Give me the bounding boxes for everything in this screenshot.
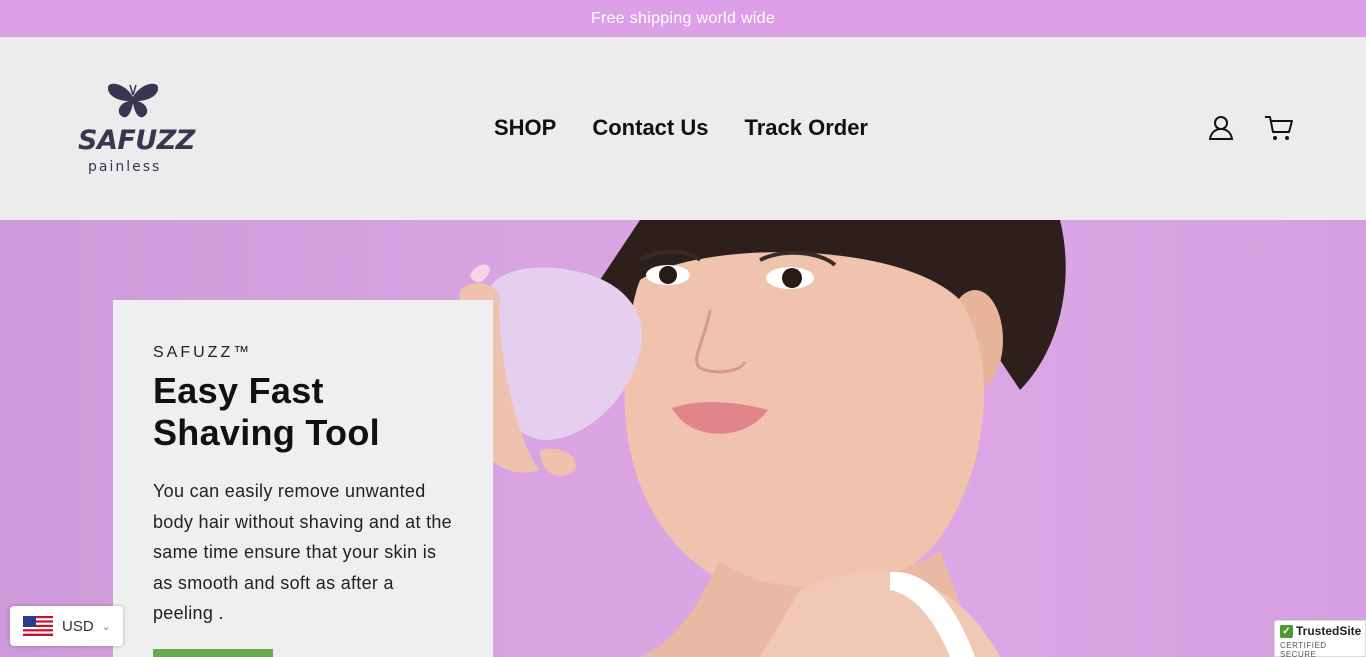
nav-item-contact-us[interactable]: Contact Us bbox=[592, 115, 708, 141]
currency-code: USD bbox=[62, 617, 94, 635]
hero-title-line-1: Easy Fast bbox=[153, 370, 324, 411]
currency-selector[interactable]: USD ⌄ bbox=[10, 606, 123, 646]
site-header: SAFUZZ painless SHOP Contact Us Track Or… bbox=[0, 37, 1366, 220]
brand-logo[interactable]: SAFUZZ painless bbox=[76, 81, 195, 181]
hero-eyebrow: SAFUZZ™ bbox=[153, 344, 253, 361]
hero-description: You can easily remove unwanted body hair… bbox=[153, 481, 452, 623]
announcement-text: Free shipping world wide bbox=[590, 9, 776, 27]
hero-title-line-2: Shaving Tool bbox=[153, 412, 380, 453]
brand-name: SAFUZZ bbox=[78, 125, 195, 156]
brand-tagline: painless bbox=[88, 159, 162, 175]
butterfly-icon bbox=[107, 83, 159, 118]
us-flag-icon bbox=[23, 616, 53, 636]
cart-icon[interactable] bbox=[1264, 114, 1294, 142]
checkmark-icon: ✓ bbox=[1280, 624, 1293, 638]
main-nav: SHOP Contact Us Track Order bbox=[494, 115, 868, 141]
trustedsite-badge[interactable]: ✓ TrustedSite CERTIFIED SECURE bbox=[1274, 620, 1366, 657]
announcement-bar: Free shipping world wide bbox=[0, 0, 1366, 37]
hero-title: Easy Fast Shaving Tool bbox=[153, 370, 453, 454]
nav-item-shop[interactable]: SHOP bbox=[494, 115, 556, 141]
hero-card: SAFUZZ™ Easy Fast Shaving Tool You can e… bbox=[113, 300, 493, 657]
account-icon[interactable] bbox=[1208, 115, 1234, 141]
hero-cta-button[interactable] bbox=[153, 649, 273, 657]
nav-item-track-order[interactable]: Track Order bbox=[744, 115, 868, 141]
badge-subtitle: CERTIFIED SECURE bbox=[1280, 641, 1327, 657]
chevron-down-icon: ⌄ bbox=[101, 620, 111, 633]
badge-title: TrustedSite bbox=[1296, 624, 1362, 638]
